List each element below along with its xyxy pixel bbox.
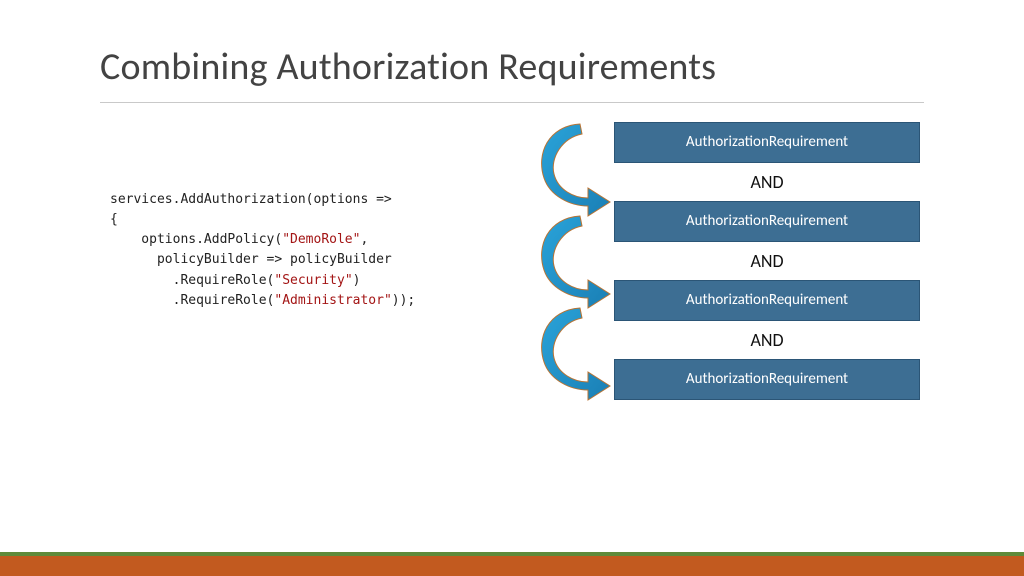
code-line: services.AddAuthorization(options => (110, 192, 392, 207)
requirement-box: AuthorizationRequirement (614, 359, 920, 400)
curved-arrow-icon (542, 124, 610, 216)
slide-title: Combining Authorization Requirements (100, 44, 716, 90)
requirement-box: AuthorizationRequirement (614, 201, 920, 242)
slide: Combining Authorization Requirements ser… (0, 0, 1024, 576)
requirement-box: AuthorizationRequirement (614, 122, 920, 163)
code-line: .RequireRole("Security") (110, 273, 360, 288)
title-underline (100, 102, 924, 103)
code-snippet: services.AddAuthorization(options => { o… (110, 190, 415, 311)
code-line: policyBuilder => policyBuilder (110, 252, 392, 267)
and-label: AND (614, 163, 920, 201)
arrows-group (530, 120, 620, 480)
code-line: options.AddPolicy("DemoRole", (110, 232, 368, 247)
and-label: AND (614, 321, 920, 359)
code-line: { (110, 212, 118, 227)
code-line: .RequireRole("Administrator")); (110, 293, 415, 308)
requirements-stack: AuthorizationRequirement AND Authorizati… (614, 122, 920, 400)
curved-arrow-icon (542, 308, 610, 400)
curved-arrow-icon (542, 216, 610, 308)
footer-accent-inner (0, 556, 1024, 576)
requirement-box: AuthorizationRequirement (614, 280, 920, 321)
and-label: AND (614, 242, 920, 280)
